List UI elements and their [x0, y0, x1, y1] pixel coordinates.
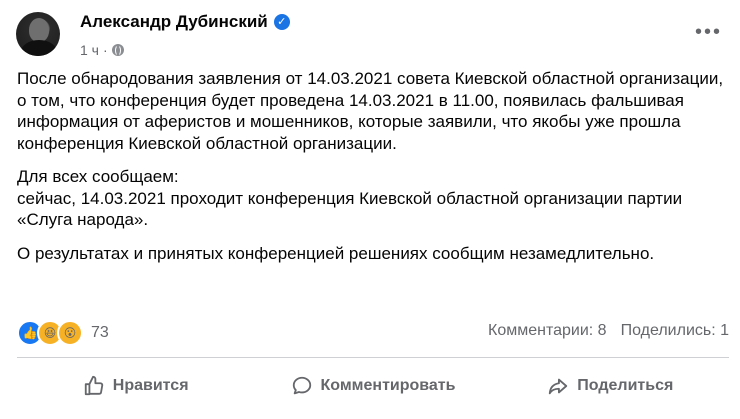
post-header: Александр Дубинский ✓ 1 ч · •••	[12, 8, 728, 60]
comment-button-label: Комментировать	[320, 377, 456, 394]
post-paragraph-2: Для всех сообщаем:	[17, 167, 179, 186]
post-stats: 👍 😆 😮 73 Комментарии: 8 Поделились: 1	[17, 320, 729, 346]
comment-button[interactable]: Комментировать	[254, 364, 491, 408]
stats-right: Комментарии: 8 Поделились: 1	[488, 322, 729, 340]
more-options-icon[interactable]: •••	[695, 22, 722, 42]
avatar-body	[21, 40, 57, 56]
post-meta: 1 ч ·	[80, 42, 124, 58]
author-name-row: Александр Дубинский ✓	[80, 12, 290, 32]
share-button-label: Поделиться	[577, 377, 674, 394]
post-text: После обнародования заявления от 14.03.2…	[17, 68, 729, 276]
reactions-summary[interactable]: 👍 😆 😮 73	[17, 320, 109, 346]
comment-icon	[292, 376, 311, 395]
post-time[interactable]: 1 ч	[80, 42, 99, 58]
author-avatar[interactable]	[16, 12, 60, 56]
post-paragraph-1: После обнародования заявления от 14.03.2…	[17, 69, 724, 153]
verified-badge-icon: ✓	[273, 14, 290, 30]
like-button[interactable]: Нравится	[17, 364, 254, 408]
post-actions: Нравится Комментировать Поделиться	[17, 364, 729, 408]
shares-count[interactable]: Поделились: 1	[621, 322, 729, 340]
meta-separator: ·	[102, 42, 108, 58]
post-paragraph-4: О результатах и принятых конференцией ре…	[17, 243, 655, 263]
like-button-label: Нравится	[112, 377, 189, 394]
share-button[interactable]: Поделиться	[492, 364, 729, 408]
author-name[interactable]: Александр Дубинский	[80, 12, 268, 32]
reaction-count: 73	[91, 324, 109, 341]
stats-divider	[17, 357, 729, 358]
wow-reaction-icon: 😮	[57, 320, 83, 346]
comments-count[interactable]: Комментарии: 8	[488, 322, 607, 340]
post-paragraph-3: сейчас, 14.03.2021 проходит конференция …	[17, 188, 683, 230]
share-icon	[549, 378, 568, 395]
thumbs-up-icon	[84, 375, 103, 396]
globe-icon[interactable]	[111, 44, 124, 56]
avatar-face	[29, 18, 49, 42]
